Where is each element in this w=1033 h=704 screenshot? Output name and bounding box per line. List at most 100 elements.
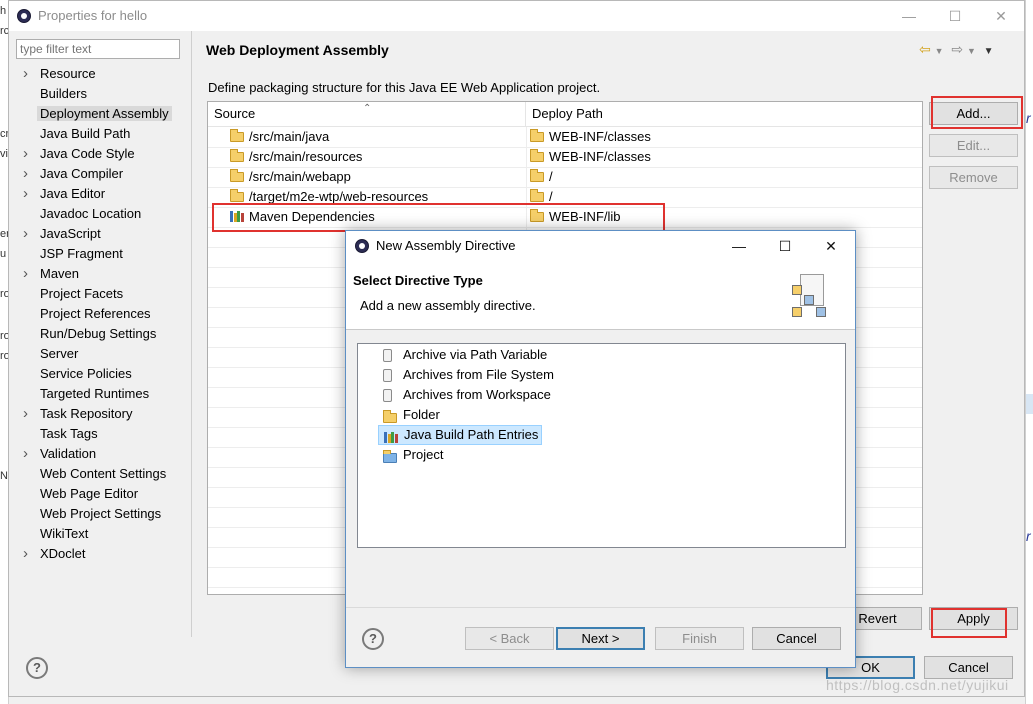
deploy-path-cell: /: [549, 169, 553, 184]
expand-chevron-icon[interactable]: ›: [23, 544, 33, 564]
directive-archives-from-file-system[interactable]: Archives from File System: [378, 365, 557, 385]
tree-item-label: JavaScript: [40, 226, 101, 241]
expand-chevron-icon[interactable]: ›: [23, 184, 33, 204]
dialog-close-button[interactable]: ✕: [808, 231, 854, 261]
dialog-help-icon[interactable]: ?: [362, 628, 384, 650]
filter-input[interactable]: [16, 39, 180, 59]
expand-chevron-icon[interactable]: ›: [23, 444, 33, 464]
tree-item-jsp-fragment[interactable]: JSP Fragment: [9, 244, 191, 264]
tree-item-wikitext[interactable]: WikiText: [9, 524, 191, 544]
table-row[interactable]: /src/main/java WEB-INF/classes: [208, 127, 922, 148]
tree-item-maven[interactable]: › Maven: [9, 264, 191, 284]
table-row[interactable]: /src/main/webapp /: [208, 167, 922, 188]
dialog-maximize-button[interactable]: ☐: [762, 231, 808, 261]
tree-item-run-debug-settings[interactable]: Run/Debug Settings: [9, 324, 191, 344]
dialog-minimize-button[interactable]: —: [716, 231, 762, 261]
wizard-banner-icon: [786, 271, 840, 323]
dialog-subheading: Add a new assembly directive.: [360, 298, 536, 313]
tree-item-deployment-assembly[interactable]: Deployment Assembly: [9, 104, 191, 124]
apply-button[interactable]: Apply: [929, 607, 1018, 630]
expand-chevron-icon[interactable]: ›: [23, 264, 33, 284]
deploy-path-cell: WEB-INF/classes: [549, 129, 651, 144]
finish-button[interactable]: Finish: [655, 627, 744, 650]
table-row[interactable]: /src/main/resources WEB-INF/classes: [208, 147, 922, 168]
tree-item-xdoclet[interactable]: › XDoclet: [9, 544, 191, 564]
folder-icon: [530, 149, 544, 162]
tree-item-java-compiler[interactable]: › Java Compiler: [9, 164, 191, 184]
minimize-button[interactable]: —: [886, 1, 932, 31]
expand-chevron-icon[interactable]: ›: [23, 224, 33, 244]
directive-archive-via-path-variable[interactable]: Archive via Path Variable: [378, 345, 550, 365]
source-cell: /target/m2e-wtp/web-resources: [249, 189, 429, 204]
tree-item-project-references[interactable]: Project References: [9, 304, 191, 324]
library-icon: [230, 210, 244, 222]
tree-item-label: Javadoc Location: [40, 206, 142, 221]
tree-item-validation[interactable]: › Validation: [9, 444, 191, 464]
tree-item-resource[interactable]: › Resource: [9, 64, 191, 84]
folder-icon: [530, 189, 544, 202]
tree-item-label: Web Project Settings: [40, 506, 162, 521]
tree-item-web-content-settings[interactable]: Web Content Settings: [9, 464, 191, 484]
directive-label: Java Build Path Entries: [404, 427, 539, 442]
add-button[interactable]: Add...: [929, 102, 1018, 125]
tree-item-label: JSP Fragment: [40, 246, 123, 261]
tree-item-builders[interactable]: Builders: [9, 84, 191, 104]
window-title: Properties for hello: [38, 8, 148, 23]
next-button[interactable]: Next >: [556, 627, 645, 650]
forward-dropdown-chevron-icon[interactable]: ▼: [967, 46, 976, 56]
expand-chevron-icon[interactable]: ›: [23, 164, 33, 184]
close-button[interactable]: ✕: [978, 1, 1024, 31]
tree-item-javadoc-location[interactable]: Javadoc Location: [9, 204, 191, 224]
view-menu-icon[interactable]: ▼: [984, 46, 994, 57]
eclipse-app-icon: [17, 9, 31, 23]
tree-item-java-editor[interactable]: › Java Editor: [9, 184, 191, 204]
deploy-path-cell: /: [549, 189, 553, 204]
remove-button[interactable]: Remove: [929, 166, 1018, 189]
tree-item-task-tags[interactable]: Task Tags: [9, 424, 191, 444]
expand-chevron-icon[interactable]: ›: [23, 144, 33, 164]
source-cell: /src/main/java: [249, 129, 330, 144]
tree-item-project-facets[interactable]: Project Facets: [9, 284, 191, 304]
forward-arrow-icon[interactable]: ⇨: [951, 41, 963, 57]
directive-type-list: Archive via Path Variable Archives from F…: [357, 343, 846, 548]
back-button[interactable]: < Back: [465, 627, 554, 650]
tree-item-label: Task Repository: [40, 406, 133, 421]
edit-button[interactable]: Edit...: [929, 134, 1018, 157]
tree-item-task-repository[interactable]: › Task Repository: [9, 404, 191, 424]
table-row[interactable]: /target/m2e-wtp/web-resources /: [208, 187, 922, 208]
source-cell: /src/main/webapp: [249, 169, 351, 184]
tree-item-web-page-editor[interactable]: Web Page Editor: [9, 484, 191, 504]
maximize-button[interactable]: ☐: [932, 1, 978, 31]
help-icon[interactable]: ?: [26, 657, 48, 679]
tree-item-java-code-style[interactable]: › Java Code Style: [9, 144, 191, 164]
dialog-cancel-button[interactable]: Cancel: [752, 627, 841, 650]
panel-divider: [191, 31, 192, 637]
tree-item-label: XDoclet: [40, 546, 86, 561]
tree-item-java-build-path[interactable]: Java Build Path: [9, 124, 191, 144]
column-header-source[interactable]: Source ⌃: [208, 102, 526, 126]
expand-chevron-icon[interactable]: ›: [23, 404, 33, 424]
source-cell: /src/main/resources: [249, 149, 363, 164]
tree-item-service-policies[interactable]: Service Policies: [9, 364, 191, 384]
back-arrow-icon[interactable]: ⇦: [919, 41, 931, 57]
table-row[interactable]: Maven Dependencies WEB-INF/lib: [208, 207, 922, 228]
tree-item-javascript[interactable]: › JavaScript: [9, 224, 191, 244]
folder-icon: [230, 169, 244, 182]
tree-item-label: Java Editor: [40, 186, 106, 201]
directive-archives-from-workspace[interactable]: Archives from Workspace: [378, 385, 554, 405]
directive-label: Archives from File System: [403, 367, 554, 382]
directive-java-build-path-entries[interactable]: Java Build Path Entries: [378, 425, 543, 445]
cancel-button[interactable]: Cancel: [924, 656, 1013, 679]
back-dropdown-chevron-icon[interactable]: ▼: [935, 46, 944, 56]
tree-item-web-project-settings[interactable]: Web Project Settings: [9, 504, 191, 524]
tree-item-label: Server: [40, 346, 79, 361]
sort-indicator-icon: ⌃: [363, 103, 372, 114]
directive-folder[interactable]: Folder: [378, 405, 443, 425]
tree-item-targeted-runtimes[interactable]: Targeted Runtimes: [9, 384, 191, 404]
column-header-deploy-path[interactable]: Deploy Path: [526, 102, 922, 126]
expand-chevron-icon[interactable]: ›: [23, 64, 33, 84]
directive-project[interactable]: Project: [378, 445, 446, 465]
tree-item-server[interactable]: Server: [9, 344, 191, 364]
tree-item-label: Java Build Path: [40, 126, 131, 141]
page-title: Web Deployment Assembly: [206, 42, 389, 58]
